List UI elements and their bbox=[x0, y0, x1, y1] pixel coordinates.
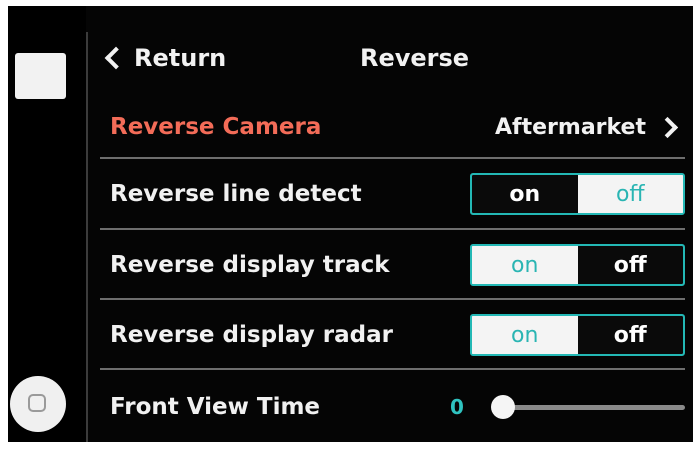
reverse-display-track-label: Reverse display track bbox=[110, 252, 390, 278]
reverse-line-detect-toggle[interactable]: on off bbox=[470, 173, 685, 215]
page-title: Reverse bbox=[360, 44, 470, 72]
reverse-line-detect-label: Reverse line detect bbox=[110, 181, 362, 207]
reverse-camera-label: Reverse Camera bbox=[110, 114, 322, 140]
reverse-display-track-off[interactable]: off bbox=[577, 246, 683, 284]
return-button[interactable]: Return bbox=[100, 38, 226, 78]
side-rail bbox=[8, 6, 86, 442]
app-shortcut-icon[interactable] bbox=[15, 53, 66, 99]
row-front-view-time: Front View Time 0 bbox=[100, 372, 685, 442]
reverse-display-radar-on[interactable]: on bbox=[472, 316, 578, 354]
front-view-time-slider-thumb[interactable] bbox=[491, 395, 515, 419]
return-label: Return bbox=[134, 44, 227, 72]
row-reverse-line-detect: Reverse line detect on off bbox=[100, 159, 685, 229]
reverse-camera-value-text: Aftermarket bbox=[495, 114, 646, 140]
reverse-line-detect-on[interactable]: on bbox=[472, 175, 578, 213]
chevron-left-icon bbox=[104, 46, 128, 70]
row-reverse-display-radar: Reverse display radar on off bbox=[100, 300, 685, 370]
front-view-time-value: 0 bbox=[450, 395, 464, 419]
reverse-display-radar-toggle[interactable]: on off bbox=[470, 314, 685, 356]
reverse-display-radar-off[interactable]: off bbox=[577, 316, 683, 354]
reverse-display-track-toggle[interactable]: on off bbox=[470, 244, 685, 286]
home-button[interactable] bbox=[10, 376, 66, 432]
reverse-line-detect-off[interactable]: off bbox=[577, 175, 683, 213]
reverse-display-radar-label: Reverse display radar bbox=[110, 322, 393, 348]
row-reverse-display-track: Reverse display track on off bbox=[100, 230, 685, 300]
front-view-time-slider-track[interactable] bbox=[495, 405, 685, 410]
home-button-icon bbox=[28, 394, 46, 412]
rail-divider bbox=[86, 32, 88, 442]
header: Return Reverse bbox=[100, 38, 670, 78]
row-reverse-camera[interactable]: Reverse Camera Aftermarket bbox=[100, 92, 685, 162]
row-divider bbox=[100, 368, 685, 370]
chevron-right-icon bbox=[656, 116, 679, 138]
reverse-camera-value[interactable]: Aftermarket bbox=[495, 92, 685, 162]
reverse-display-track-on[interactable]: on bbox=[472, 246, 578, 284]
front-view-time-label: Front View Time bbox=[110, 394, 321, 420]
